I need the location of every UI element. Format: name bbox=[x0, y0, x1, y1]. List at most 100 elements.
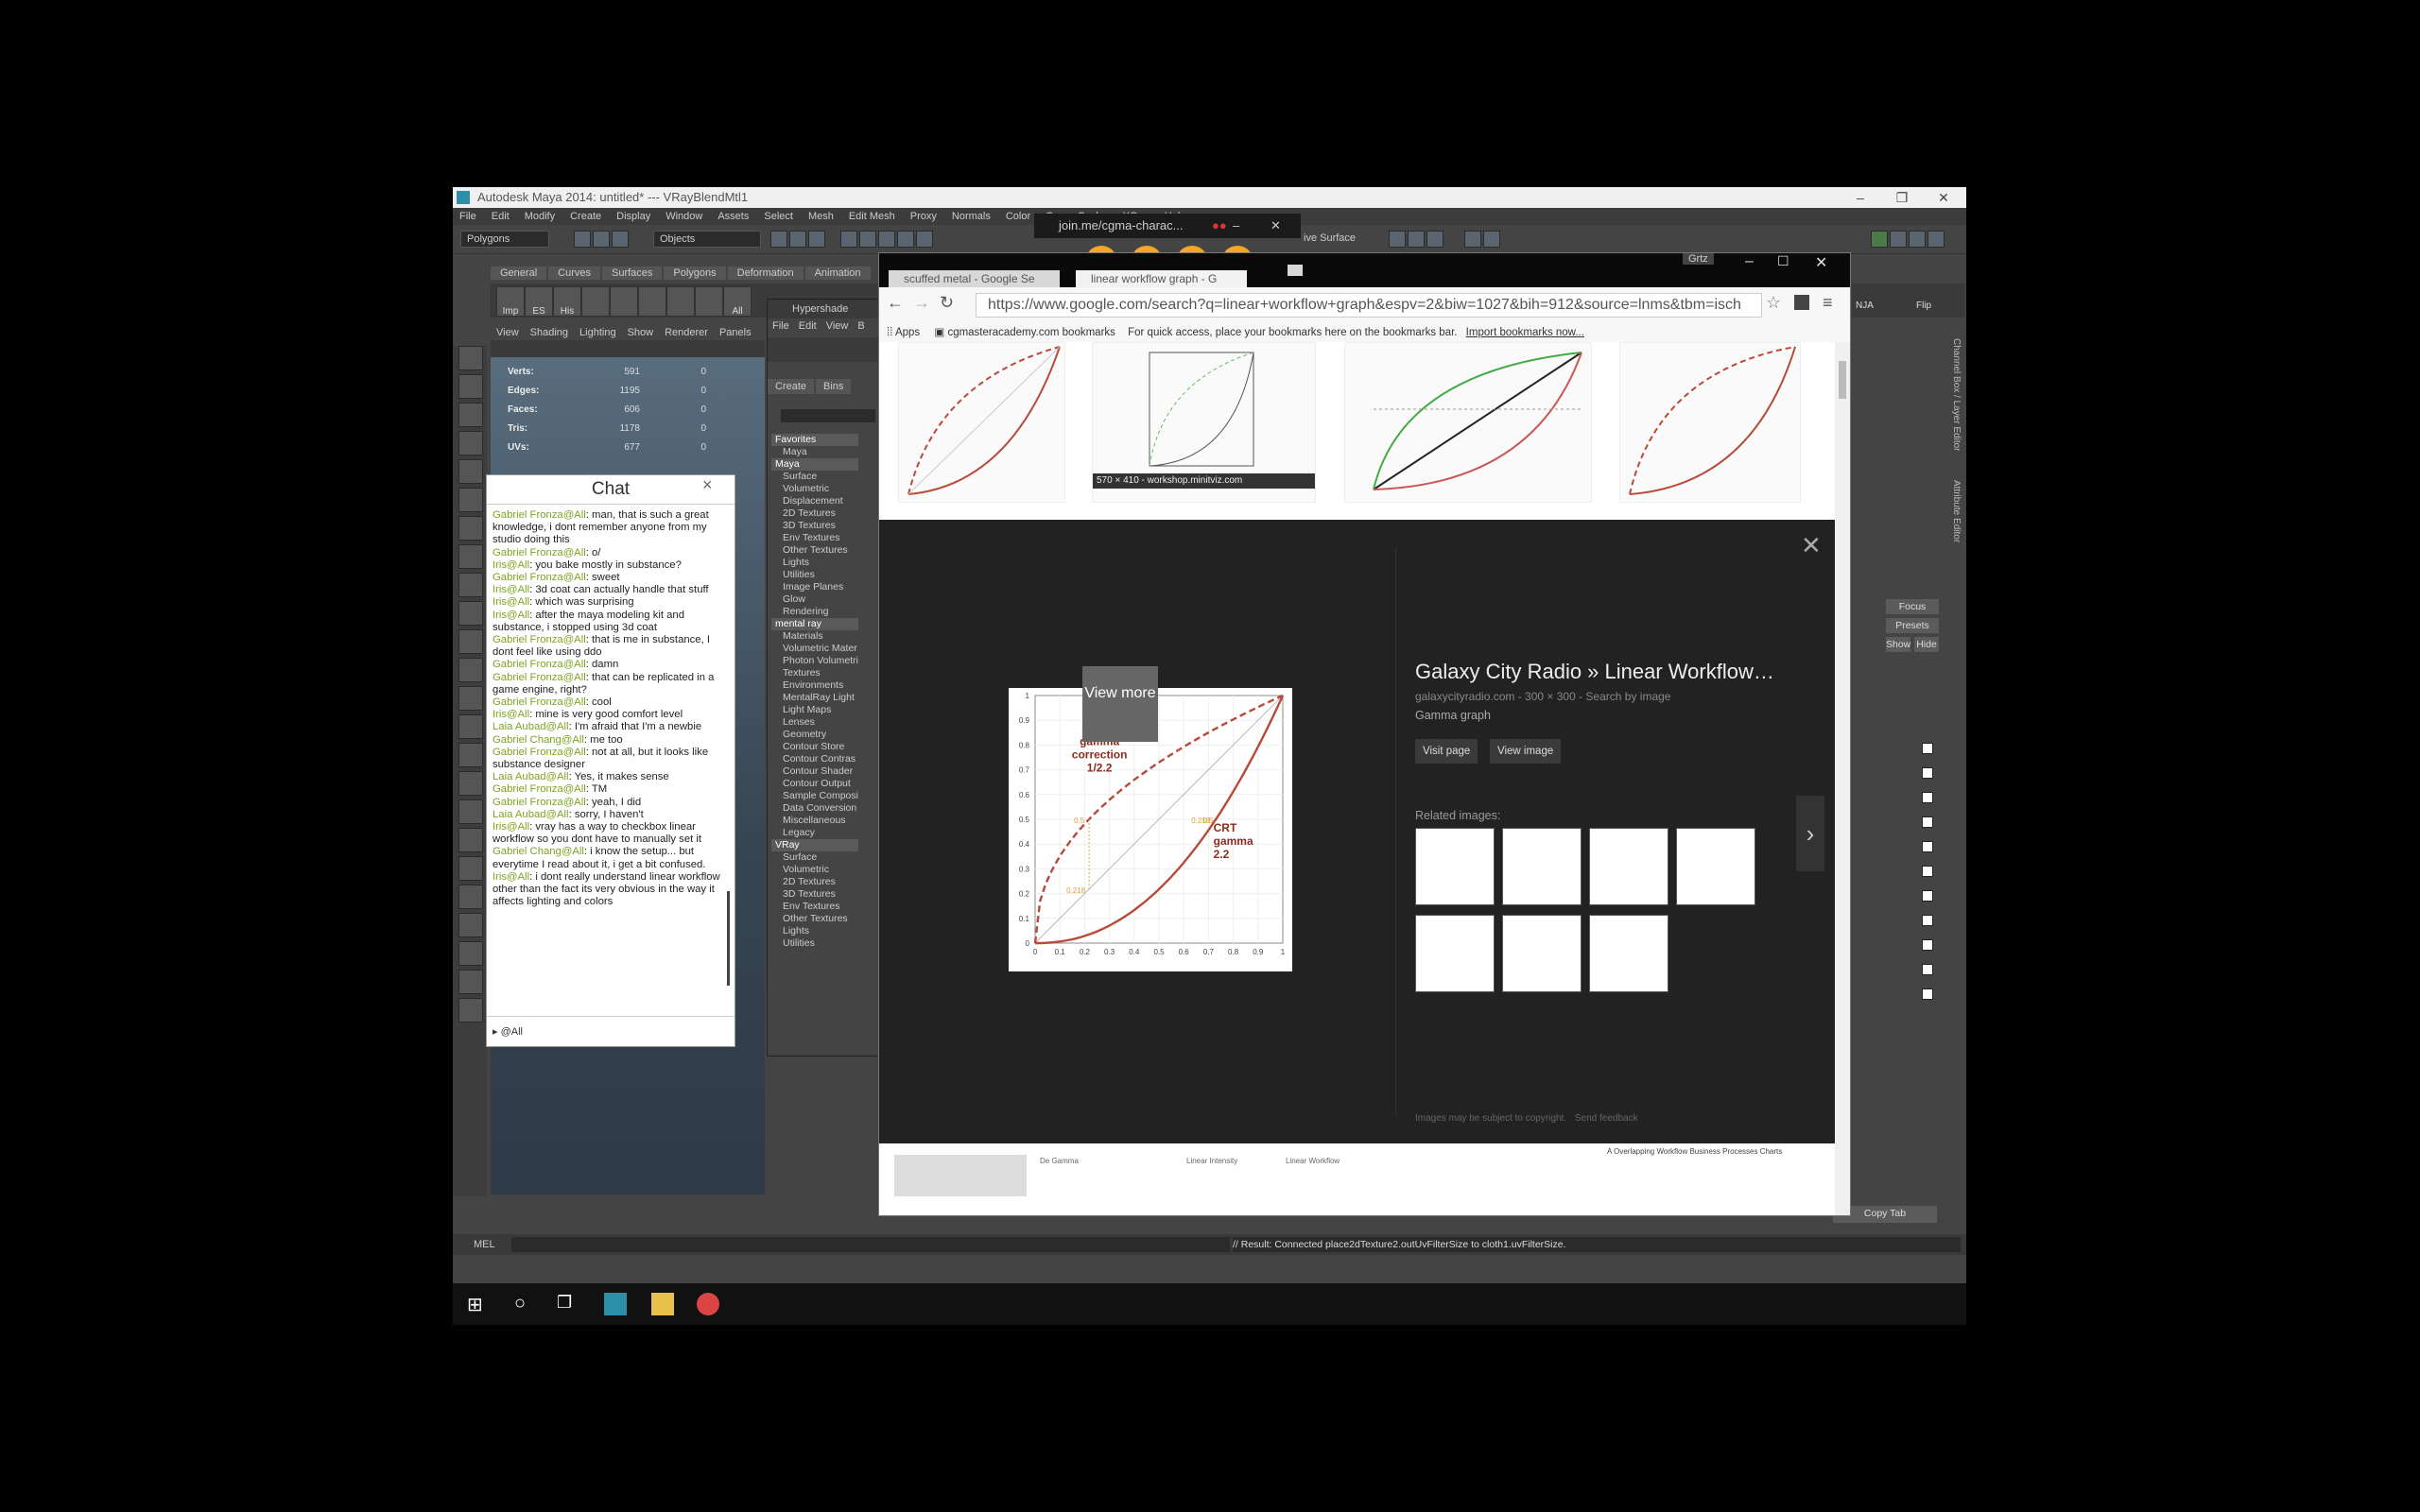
menu-item[interactable]: Display bbox=[616, 211, 650, 222]
attr-checkbox[interactable] bbox=[1922, 792, 1933, 803]
attr-checkbox[interactable] bbox=[1922, 890, 1933, 902]
visit-page-button[interactable]: Visit page bbox=[1415, 739, 1478, 764]
tab-linear-workflow[interactable]: linear workflow graph - G bbox=[1076, 270, 1247, 287]
objects-select[interactable]: Objects bbox=[653, 231, 761, 248]
chat-author[interactable]: Iris@All bbox=[493, 584, 529, 595]
shelf-item[interactable] bbox=[666, 286, 695, 317]
new-scene-icon[interactable] bbox=[574, 231, 591, 248]
select-component-icon[interactable] bbox=[808, 231, 825, 248]
shelf-item[interactable]: All bbox=[723, 286, 752, 317]
tool-icon[interactable] bbox=[458, 374, 483, 399]
address-bar[interactable]: https://www.google.com/search?q=linear+w… bbox=[976, 293, 1762, 318]
tree-item[interactable]: Lights bbox=[783, 925, 858, 937]
chrome-close-icon[interactable]: ✕ bbox=[1815, 253, 1827, 272]
view-more-button[interactable]: View more bbox=[1082, 666, 1158, 742]
shelf-tab[interactable]: Surfaces bbox=[601, 266, 663, 280]
chat-author[interactable]: Iris@All bbox=[493, 871, 529, 883]
related-image[interactable] bbox=[1502, 915, 1582, 992]
tree-item[interactable]: Contour Output bbox=[783, 778, 858, 790]
shelf-item[interactable] bbox=[581, 286, 610, 317]
tool-icon[interactable] bbox=[458, 516, 483, 541]
related-image[interactable] bbox=[1589, 828, 1668, 905]
tree-item[interactable]: Legacy bbox=[783, 827, 858, 839]
menu-item[interactable]: Edit bbox=[492, 211, 510, 222]
result-caption[interactable]: A Overlapping Workflow Business Processe… bbox=[1607, 1147, 1782, 1156]
tree-item[interactable]: Rendering bbox=[783, 606, 858, 618]
shelf-item[interactable] bbox=[610, 286, 638, 317]
shelf-tab[interactable]: Animation bbox=[804, 266, 871, 280]
hide-button[interactable]: Hide bbox=[1914, 637, 1939, 652]
preview-close-icon[interactable]: ✕ bbox=[1801, 531, 1822, 560]
preview-title[interactable]: Galaxy City Radio » Linear Workflow… bbox=[1415, 660, 1774, 684]
chat-author[interactable]: Laia Aubad@All bbox=[493, 809, 569, 820]
result-thumbnail[interactable] bbox=[894, 1155, 1027, 1196]
tree-item[interactable]: 2D Textures bbox=[783, 507, 858, 520]
joinme-link[interactable]: join.me/cgma-charac... bbox=[1059, 218, 1184, 232]
tree-item[interactable]: Environments bbox=[783, 679, 858, 692]
tree-item[interactable]: Lenses bbox=[783, 716, 858, 729]
hypershade-menu-item[interactable]: Edit bbox=[799, 320, 817, 332]
ipr-render-icon[interactable] bbox=[1408, 231, 1425, 248]
focus-button[interactable]: Focus bbox=[1886, 599, 1939, 614]
chat-author[interactable]: Iris@All bbox=[493, 610, 529, 621]
tree-item[interactable]: Utilities bbox=[783, 569, 858, 581]
viewport-menu-item[interactable]: Shading bbox=[530, 327, 568, 338]
tree-item[interactable]: Glow bbox=[783, 593, 858, 606]
chat-author[interactable]: Gabriel Fronza@All bbox=[493, 634, 586, 645]
snap-view-icon[interactable] bbox=[897, 231, 914, 248]
viewport-menu-item[interactable]: Panels bbox=[719, 327, 752, 338]
channel-box-icon[interactable] bbox=[1927, 231, 1945, 248]
tab-scuffed-metal[interactable]: scuffed metal - Google Se bbox=[889, 270, 1060, 287]
flip-label[interactable]: Flip bbox=[1916, 301, 1931, 311]
attr-checkbox[interactable] bbox=[1922, 743, 1933, 754]
tree-item[interactable]: Maya bbox=[771, 458, 858, 471]
result-thumbnail-chinese[interactable] bbox=[1344, 342, 1592, 503]
hypershade-filter-input[interactable] bbox=[781, 409, 875, 422]
tool-icon[interactable] bbox=[458, 601, 483, 626]
shelf-item[interactable]: ES bbox=[525, 286, 553, 317]
command-input[interactable] bbox=[511, 1237, 1230, 1252]
tree-item[interactable]: Light Maps bbox=[783, 704, 858, 716]
tree-item[interactable]: Data Conversion bbox=[783, 802, 858, 815]
tool-icon[interactable] bbox=[458, 799, 483, 824]
chat-author[interactable]: Laia Aubad@All bbox=[493, 721, 569, 732]
tree-item[interactable]: Displacement bbox=[783, 495, 858, 507]
tool-icon[interactable] bbox=[458, 714, 483, 739]
shelf-tab[interactable]: Curves bbox=[548, 266, 600, 280]
preview-source[interactable]: galaxycityradio.com - 300 × 300 - Search… bbox=[1415, 690, 1670, 703]
chat-recipient-select[interactable]: ▸ @All bbox=[493, 1025, 523, 1038]
tree-item[interactable]: 3D Textures bbox=[783, 888, 858, 901]
tool-icon[interactable] bbox=[458, 941, 483, 966]
next-arrow-icon[interactable]: › bbox=[1796, 796, 1824, 871]
tool-icon[interactable] bbox=[458, 828, 483, 852]
chat-author[interactable]: Gabriel Fronza@All bbox=[493, 547, 586, 558]
chat-author[interactable]: Gabriel Fronza@All bbox=[493, 696, 586, 708]
tree-item[interactable]: Volumetric Mater bbox=[783, 643, 858, 655]
viewport-menu-item[interactable]: Show bbox=[628, 327, 654, 338]
maya-taskbar-icon[interactable] bbox=[604, 1293, 627, 1315]
menu-item[interactable]: Mesh bbox=[808, 211, 834, 222]
start-icon[interactable]: ⊞ bbox=[467, 1293, 490, 1315]
tree-item[interactable]: 3D Textures bbox=[783, 520, 858, 532]
show-button[interactable]: Show bbox=[1886, 637, 1910, 652]
chat-author[interactable]: Gabriel Fronza@All bbox=[493, 509, 586, 521]
tree-item[interactable]: VRay bbox=[771, 839, 858, 851]
chat-author[interactable]: Iris@All bbox=[493, 596, 529, 608]
viewport-menu-item[interactable]: Lighting bbox=[579, 327, 616, 338]
attr-checkbox[interactable] bbox=[1922, 767, 1933, 779]
hypershade-menu-item[interactable]: File bbox=[772, 320, 789, 332]
result-caption[interactable]: De Gamma bbox=[1040, 1157, 1079, 1165]
attr-checkbox[interactable] bbox=[1922, 915, 1933, 926]
shelf-item[interactable]: His bbox=[553, 286, 581, 317]
result-thumbnail-gamma[interactable] bbox=[898, 342, 1065, 503]
joinme-minimize-icon[interactable]: – bbox=[1233, 214, 1239, 238]
chat-author[interactable]: Gabriel Fronza@All bbox=[493, 659, 586, 670]
chat-author[interactable]: Gabriel Fronza@All bbox=[493, 797, 586, 808]
cortana-icon[interactable]: ○ bbox=[514, 1293, 537, 1315]
menu-item[interactable]: Create bbox=[570, 211, 601, 222]
profile-badge[interactable]: Grtz bbox=[1683, 253, 1714, 265]
scroll-thumb[interactable] bbox=[1839, 361, 1846, 399]
tool-icon[interactable] bbox=[458, 459, 483, 484]
tree-item[interactable]: Contour Store bbox=[783, 741, 858, 753]
render-settings-icon[interactable] bbox=[1426, 231, 1443, 248]
